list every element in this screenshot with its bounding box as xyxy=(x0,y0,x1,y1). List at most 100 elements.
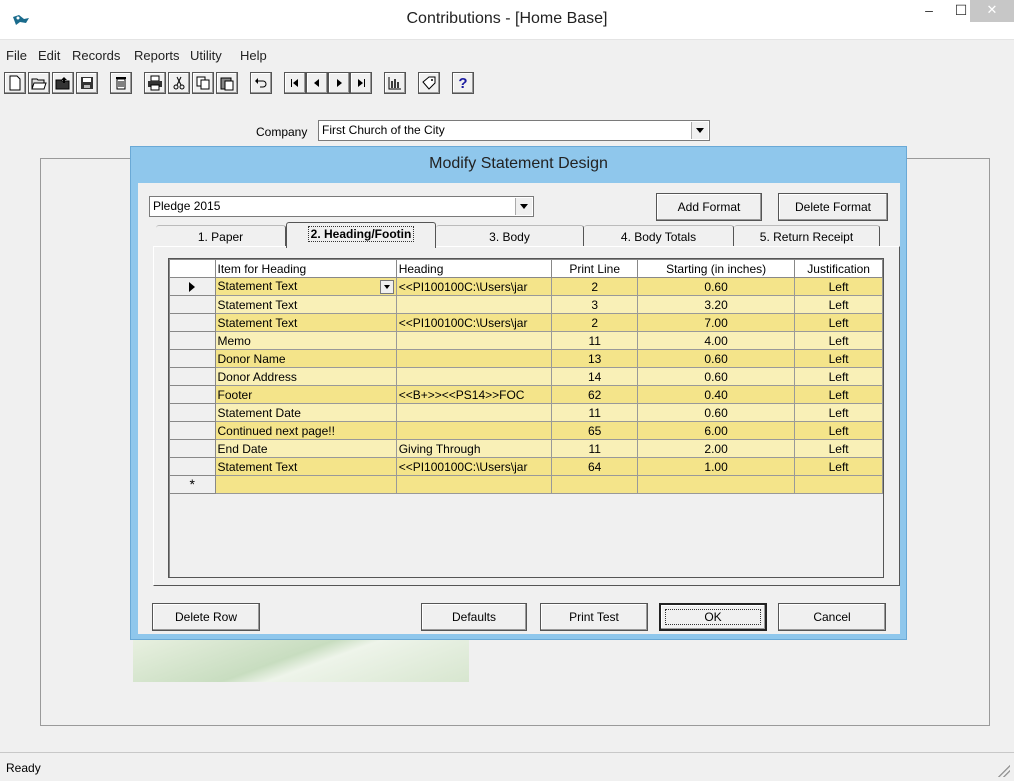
delete-row-button[interactable]: Delete Row xyxy=(152,603,260,631)
first-record-icon[interactable] xyxy=(284,72,306,94)
ok-button[interactable]: OK xyxy=(659,603,767,631)
row-selector[interactable] xyxy=(169,385,216,404)
menu-records[interactable]: Records xyxy=(72,48,120,63)
item-cell[interactable]: Statement Text xyxy=(214,313,397,332)
row-selector[interactable] xyxy=(169,349,216,368)
item-cell[interactable]: Statement Text xyxy=(214,277,397,296)
table-row[interactable]: Memo 11 4.00 Left xyxy=(169,331,883,350)
print-line-cell[interactable]: 64 xyxy=(551,457,638,476)
new-row-cell[interactable] xyxy=(636,475,796,494)
item-cell[interactable]: End Date xyxy=(214,439,397,458)
defaults-button[interactable]: Defaults xyxy=(421,603,527,631)
new-row-cell[interactable] xyxy=(794,475,883,494)
print-line-cell[interactable]: 2 xyxy=(551,277,638,296)
print-test-button[interactable]: Print Test xyxy=(540,603,648,631)
table-row[interactable]: Footer <<B+>><<PS14>>FOC 62 0.40 Left xyxy=(169,385,883,404)
chevron-down-icon[interactable] xyxy=(379,280,394,294)
column-header[interactable]: Starting (in inches) xyxy=(636,259,796,278)
print-line-cell[interactable]: 65 xyxy=(551,421,638,440)
table-row[interactable]: Statement Text <<PI100100C:\Users\jar 64 1.… xyxy=(169,457,883,476)
print-line-cell[interactable]: 3 xyxy=(551,295,638,314)
new-row-selector[interactable]: * xyxy=(169,475,216,494)
table-row[interactable]: Statement Text 3 3.20 Left xyxy=(169,295,883,314)
column-header[interactable]: Item for Heading xyxy=(214,259,397,278)
heading-cell[interactable]: <<PI100100C:\Users\jar xyxy=(395,457,553,476)
justification-cell[interactable]: Left xyxy=(794,331,883,350)
table-row[interactable]: End Date Giving Through 11 2.00 Left xyxy=(169,439,883,458)
starting-cell[interactable]: 0.60 xyxy=(636,367,796,386)
item-cell[interactable]: Statement Text xyxy=(214,457,397,476)
row-selector[interactable] xyxy=(169,403,216,422)
chevron-down-icon[interactable] xyxy=(515,198,532,215)
print-line-cell[interactable]: 11 xyxy=(551,439,638,458)
heading-cell[interactable] xyxy=(395,403,553,422)
new-icon[interactable] xyxy=(4,72,26,94)
paste-icon[interactable] xyxy=(216,72,238,94)
heading-cell[interactable]: Giving Through xyxy=(395,439,553,458)
item-cell[interactable]: Memo xyxy=(214,331,397,350)
format-select[interactable]: Pledge 2015 xyxy=(149,196,534,217)
menu-reports[interactable]: Reports xyxy=(134,48,180,63)
starting-cell[interactable]: 6.00 xyxy=(636,421,796,440)
table-row[interactable]: Statement Text <<PI100100C:\Users\jar 2 7.0… xyxy=(169,313,883,332)
heading-cell[interactable]: <<PI100100C:\Users\jar xyxy=(395,313,553,332)
chart-icon[interactable] xyxy=(384,72,406,94)
row-selector[interactable] xyxy=(169,313,216,332)
row-selector[interactable] xyxy=(169,421,216,440)
table-row[interactable]: Donor Name 13 0.60 Left xyxy=(169,349,883,368)
row-selector[interactable] xyxy=(169,457,216,476)
item-cell[interactable]: Continued next page!! xyxy=(214,421,397,440)
starting-cell[interactable]: 0.60 xyxy=(636,349,796,368)
close-button[interactable]: ✕ xyxy=(970,0,1014,22)
print-line-cell[interactable]: 62 xyxy=(551,385,638,404)
item-cell[interactable]: Footer xyxy=(214,385,397,404)
cut-icon[interactable] xyxy=(168,72,190,94)
save-icon[interactable] xyxy=(76,72,98,94)
justification-cell[interactable]: Left xyxy=(794,385,883,404)
new-row-cell[interactable] xyxy=(214,475,397,494)
justification-cell[interactable]: Left xyxy=(794,421,883,440)
new-row-cell[interactable] xyxy=(395,475,553,494)
menu-help[interactable]: Help xyxy=(240,48,267,63)
undo-icon[interactable] xyxy=(250,72,272,94)
justification-cell[interactable]: Left xyxy=(794,439,883,458)
print-line-cell[interactable]: 13 xyxy=(551,349,638,368)
item-cell[interactable]: Statement Date xyxy=(214,403,397,422)
table-row[interactable]: Donor Address 14 0.60 Left xyxy=(169,367,883,386)
justification-cell[interactable]: Left xyxy=(794,313,883,332)
starting-cell[interactable]: 0.40 xyxy=(636,385,796,404)
last-record-icon[interactable] xyxy=(350,72,372,94)
starting-cell[interactable]: 0.60 xyxy=(636,403,796,422)
delete-format-button[interactable]: Delete Format xyxy=(778,193,888,221)
minimize-button[interactable]: – xyxy=(912,0,946,22)
menu-utility[interactable]: Utility xyxy=(190,48,222,63)
row-selector[interactable] xyxy=(169,439,216,458)
starting-cell[interactable]: 2.00 xyxy=(636,439,796,458)
print-line-cell[interactable]: 11 xyxy=(551,331,638,350)
column-header[interactable]: Heading xyxy=(395,259,553,278)
starting-cell[interactable]: 4.00 xyxy=(636,331,796,350)
heading-cell[interactable] xyxy=(395,295,553,314)
item-cell[interactable]: Donor Address xyxy=(214,367,397,386)
column-header[interactable]: Print Line xyxy=(551,259,638,278)
print-line-cell[interactable]: 11 xyxy=(551,403,638,422)
menu-file[interactable]: File xyxy=(6,48,27,63)
print-icon[interactable] xyxy=(144,72,166,94)
previous-record-icon[interactable] xyxy=(306,72,328,94)
delete-icon[interactable] xyxy=(110,72,132,94)
justification-cell[interactable]: Left xyxy=(794,367,883,386)
heading-cell[interactable]: <<PI100100C:\Users\jar xyxy=(395,277,553,296)
column-header[interactable]: Justification xyxy=(794,259,883,278)
new-row[interactable]: * xyxy=(169,475,883,494)
heading-cell[interactable] xyxy=(395,421,553,440)
starting-cell[interactable]: 0.60 xyxy=(636,277,796,296)
starting-cell[interactable]: 7.00 xyxy=(636,313,796,332)
row-selector[interactable] xyxy=(169,277,216,296)
item-cell[interactable]: Donor Name xyxy=(214,349,397,368)
item-cell[interactable]: Statement Text xyxy=(214,295,397,314)
print-line-cell[interactable]: 14 xyxy=(551,367,638,386)
resize-grip-icon[interactable] xyxy=(998,765,1010,777)
menu-edit[interactable]: Edit xyxy=(38,48,60,63)
row-selector[interactable] xyxy=(169,295,216,314)
starting-cell[interactable]: 1.00 xyxy=(636,457,796,476)
